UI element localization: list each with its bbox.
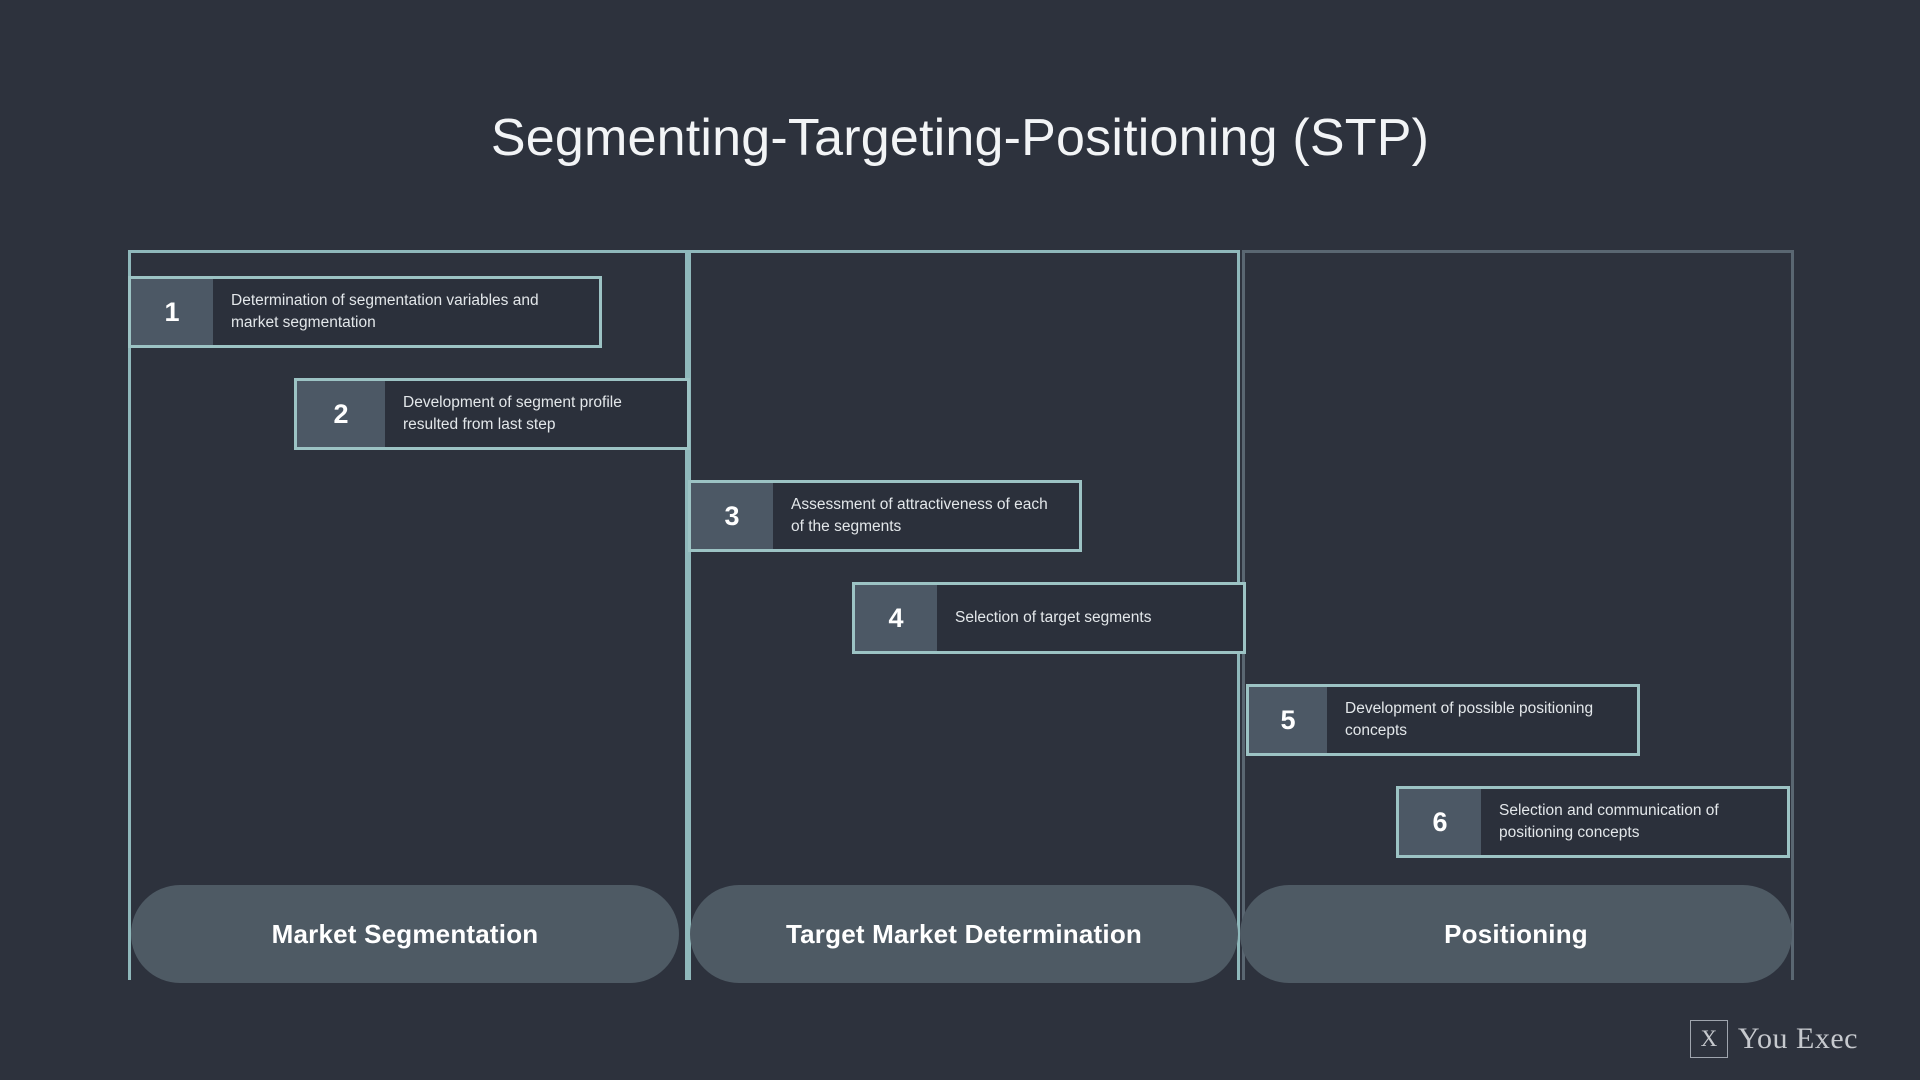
youexec-logo: X You Exec [1689, 1020, 1858, 1058]
youexec-mark-icon: X [1689, 1020, 1728, 1058]
step-number-6: 6 [1399, 789, 1481, 855]
step-description-3: Assessment of attractiveness of each of … [791, 495, 1048, 535]
page-title: Segmenting-Targeting-Positioning (STP) [490, 109, 1430, 167]
step-box-6[interactable]: 6 Selection and communication of positio… [1396, 786, 1790, 858]
step-description-6: Selection and communication of positioni… [1499, 801, 1719, 841]
youexec-wordmark: You Exec [1737, 1022, 1858, 1055]
step-number-3: 3 [691, 483, 773, 549]
step-box-1[interactable]: 1 Determination of segmentation variable… [128, 276, 602, 348]
step-box-2[interactable]: 2 Development of segment profile resulte… [294, 378, 690, 450]
step-description-5: Development of possible positioning conc… [1345, 699, 1594, 739]
step-description-4: Selection of target segments [955, 608, 1152, 626]
stp-diagram-slide: Segmenting-Targeting-Positioning (STP) 1… [0, 0, 1920, 1080]
step-number-2: 2 [297, 381, 385, 447]
step-description-1: Determination of segmentation variables … [231, 291, 539, 331]
step-description-2: Development of segment profile resulted … [403, 393, 622, 433]
phase-label-market-segmentation[interactable]: Market Segmentation [131, 885, 679, 983]
phase-label-target-market-determination[interactable]: Target Market Determination [690, 885, 1238, 983]
column-market-segmentation [128, 250, 688, 980]
step-box-4[interactable]: 4 Selection of target segments [852, 582, 1246, 654]
step-box-5[interactable]: 5 Development of possible positioning co… [1246, 684, 1640, 756]
step-box-3[interactable]: 3 Assessment of attractiveness of each o… [688, 480, 1082, 552]
phase-label-positioning[interactable]: Positioning [1240, 885, 1792, 983]
step-number-4: 4 [855, 585, 937, 651]
column-positioning [1242, 250, 1794, 980]
step-number-1: 1 [131, 279, 213, 345]
step-number-5: 5 [1249, 687, 1327, 753]
